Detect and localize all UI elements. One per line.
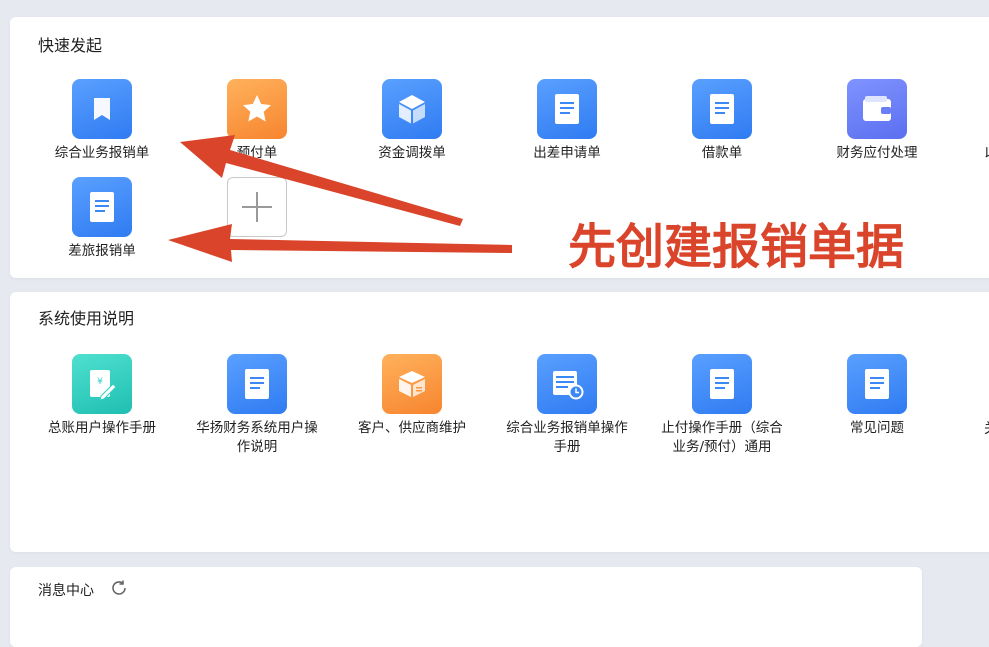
receipt-yen-icon: ¥ xyxy=(72,354,132,414)
tile-expense-claim[interactable]: 综合业务报销单 xyxy=(32,79,172,163)
tile-label-cutoff[interactable]: 关 xyxy=(984,418,989,438)
tile-label: 华扬财务系统用户操作说明 xyxy=(196,420,318,455)
tile-label: 财务应付处理 xyxy=(836,145,918,161)
bookmark-icon xyxy=(72,79,132,139)
guide-faq[interactable]: 常见问题 xyxy=(807,354,947,438)
system-guide-title: 系统使用说明 xyxy=(38,309,135,328)
tile-label: 综合业务报销单 xyxy=(54,145,150,161)
document-icon xyxy=(227,354,287,414)
guide-stop-payment-manual[interactable]: 止付操作手册（综合业务/预付）通用 xyxy=(652,354,792,457)
tile-label-cutoff[interactable]: 以 xyxy=(984,143,989,163)
tile-label: 总账用户操作手册 xyxy=(48,420,156,436)
document-icon xyxy=(692,79,752,139)
star-icon xyxy=(227,79,287,139)
tile-prepayment[interactable]: 预付单 xyxy=(187,79,327,163)
message-center-panel: 消息中心 xyxy=(10,567,922,647)
tile-accounts-payable[interactable]: 财务应付处理 xyxy=(807,79,947,163)
guide-gl-manual[interactable]: ¥ 总账用户操作手册 xyxy=(32,354,172,438)
refresh-icon[interactable] xyxy=(110,579,128,601)
tile-loan[interactable]: 借款单 xyxy=(652,79,792,163)
document-icon xyxy=(537,79,597,139)
document-icon xyxy=(847,354,907,414)
tile-label: 止付操作手册（综合业务/预付）通用 xyxy=(661,420,783,455)
document-icon xyxy=(692,354,752,414)
tile-label: 客户、供应商维护 xyxy=(358,420,466,436)
guide-expense-manual[interactable]: 综合业务报销单操作手册 xyxy=(497,354,637,457)
tile-travel-request[interactable]: 出差申请单 xyxy=(497,79,637,163)
guide-vendor-maintenance[interactable]: 客户、供应商维护 xyxy=(342,354,482,438)
wallet-icon xyxy=(847,79,907,139)
add-shortcut-button[interactable] xyxy=(187,177,327,237)
tile-travel-expense[interactable]: 差旅报销单 xyxy=(32,177,172,261)
quick-launch-title: 快速发起 xyxy=(38,36,103,55)
package-icon xyxy=(382,354,442,414)
tile-label: 综合业务报销单操作手册 xyxy=(506,420,628,455)
tile-label: 差旅报销单 xyxy=(68,243,136,259)
message-center-title: 消息中心 xyxy=(38,583,94,599)
document-icon xyxy=(72,177,132,237)
svg-text:¥: ¥ xyxy=(97,377,103,387)
table-clock-icon xyxy=(537,354,597,414)
tile-label: 资金调拨单 xyxy=(378,145,446,161)
tile-label: 预付单 xyxy=(236,145,278,161)
cube-icon xyxy=(382,79,442,139)
tile-fund-transfer[interactable]: 资金调拨单 xyxy=(342,79,482,163)
tile-label: 出差申请单 xyxy=(533,145,601,161)
system-guide-panel: 系统使用说明 ¥ 总账用户操作手册 华扬财务系统用户操作说明 客户、供应商维护 xyxy=(10,292,989,552)
quick-launch-panel: 快速发起 综合业务报销单 预付单 资金调拨单 出差申请单 借款单 财务应付处理 … xyxy=(10,17,989,278)
tile-label: 借款单 xyxy=(701,145,743,161)
tile-label: 常见问题 xyxy=(850,420,904,436)
plus-icon xyxy=(227,177,287,237)
guide-finance-manual[interactable]: 华扬财务系统用户操作说明 xyxy=(187,354,327,457)
